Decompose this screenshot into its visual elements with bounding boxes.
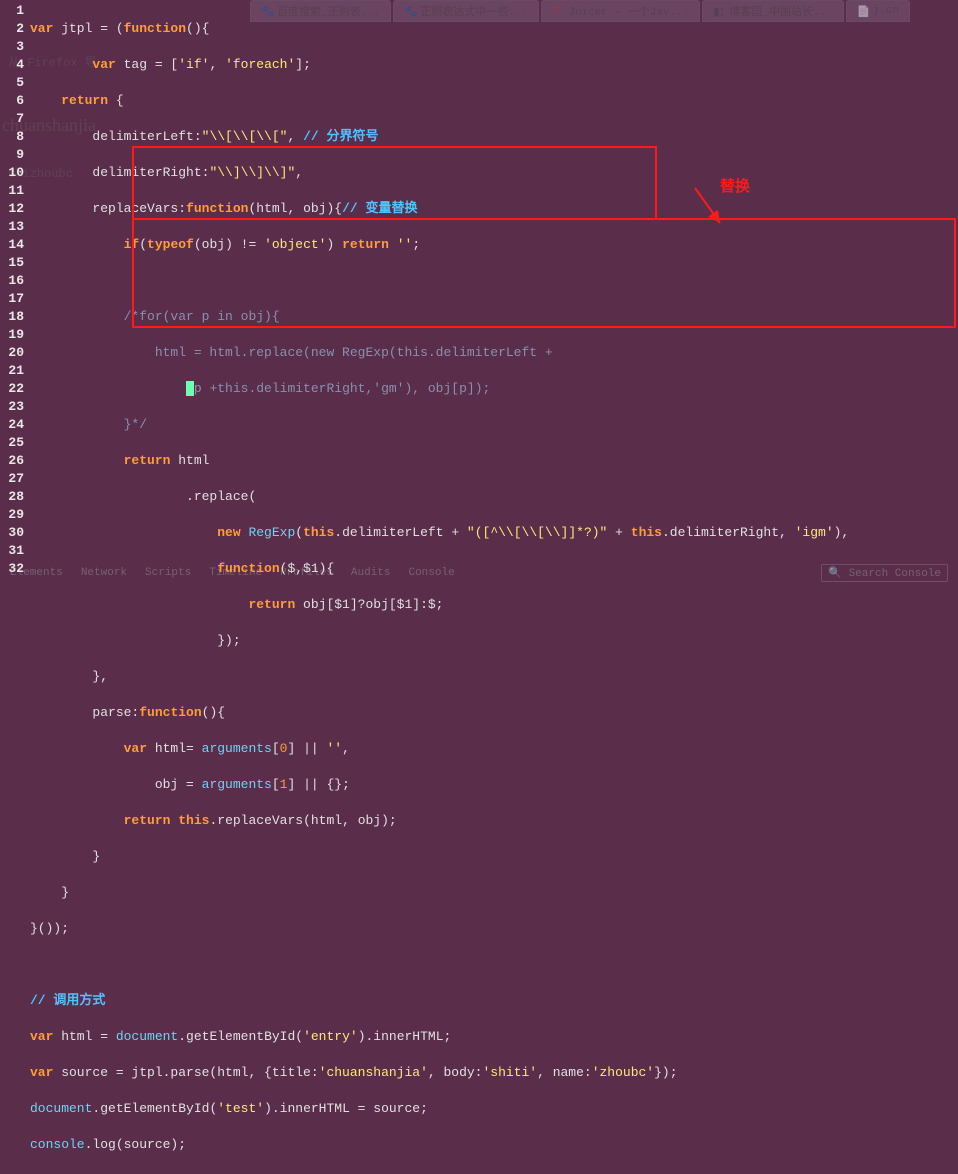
code-line (30, 956, 958, 974)
code-line: html = html.replace(new RegExp(this.deli… (30, 344, 958, 362)
arrow-icon (690, 183, 730, 233)
line-gutter: 1234567891011121314151617181920212223242… (0, 2, 30, 1174)
code-line: return obj[$1]?obj[$1]:$; (30, 596, 958, 614)
code-line: var html = document.getElementById('entr… (30, 1028, 958, 1046)
code-line: }*/ (30, 416, 958, 434)
code-editor[interactable]: 1234567891011121314151617181920212223242… (0, 0, 958, 1174)
code-line: return this.replaceVars(html, obj); (30, 812, 958, 830)
code-line: var source = jtpl.parse(html, {title:'ch… (30, 1064, 958, 1082)
code-line: } (30, 848, 958, 866)
code-line: /*for(var p in obj){ (30, 308, 958, 326)
code-line: }, (30, 668, 958, 686)
code-line: } (30, 884, 958, 902)
code-line: console.log(source); (30, 1136, 958, 1154)
code-line (30, 272, 958, 290)
code-line: p +this.delimiterRight,'gm'), obj[p]); (30, 380, 958, 398)
code-line: .replace( (30, 488, 958, 506)
code-line: var tag = ['if', 'foreach']; (30, 56, 958, 74)
code-line: parse:function(){ (30, 704, 958, 722)
code-line: }); (30, 632, 958, 650)
code-line: // 调用方式 (30, 992, 958, 1010)
code-line: }()); (30, 920, 958, 938)
cursor (186, 381, 194, 396)
code-line: var html= arguments[0] || '', (30, 740, 958, 758)
code-line: return { (30, 92, 958, 110)
code-line: var jtpl = (function(){ (30, 20, 958, 38)
code-line: return html (30, 452, 958, 470)
code-line: function($,$1){ (30, 560, 958, 578)
code-line: replaceVars:function(html, obj){// 变量替换 (30, 200, 958, 218)
code-line: delimiterLeft:"\\[\\[\\[", // 分界符号 (30, 128, 958, 146)
code-line: obj = arguments[1] || {}; (30, 776, 958, 794)
code-content[interactable]: var jtpl = (function(){ var tag = ['if',… (30, 2, 958, 1174)
code-line: document.getElementById('test').innerHTM… (30, 1100, 958, 1118)
code-line: if(typeof(obj) != 'object') return ''; (30, 236, 958, 254)
code-line: delimiterRight:"\\]\\]\\]", (30, 164, 958, 182)
code-line: new RegExp(this.delimiterLeft + "([^\\[\… (30, 524, 958, 542)
